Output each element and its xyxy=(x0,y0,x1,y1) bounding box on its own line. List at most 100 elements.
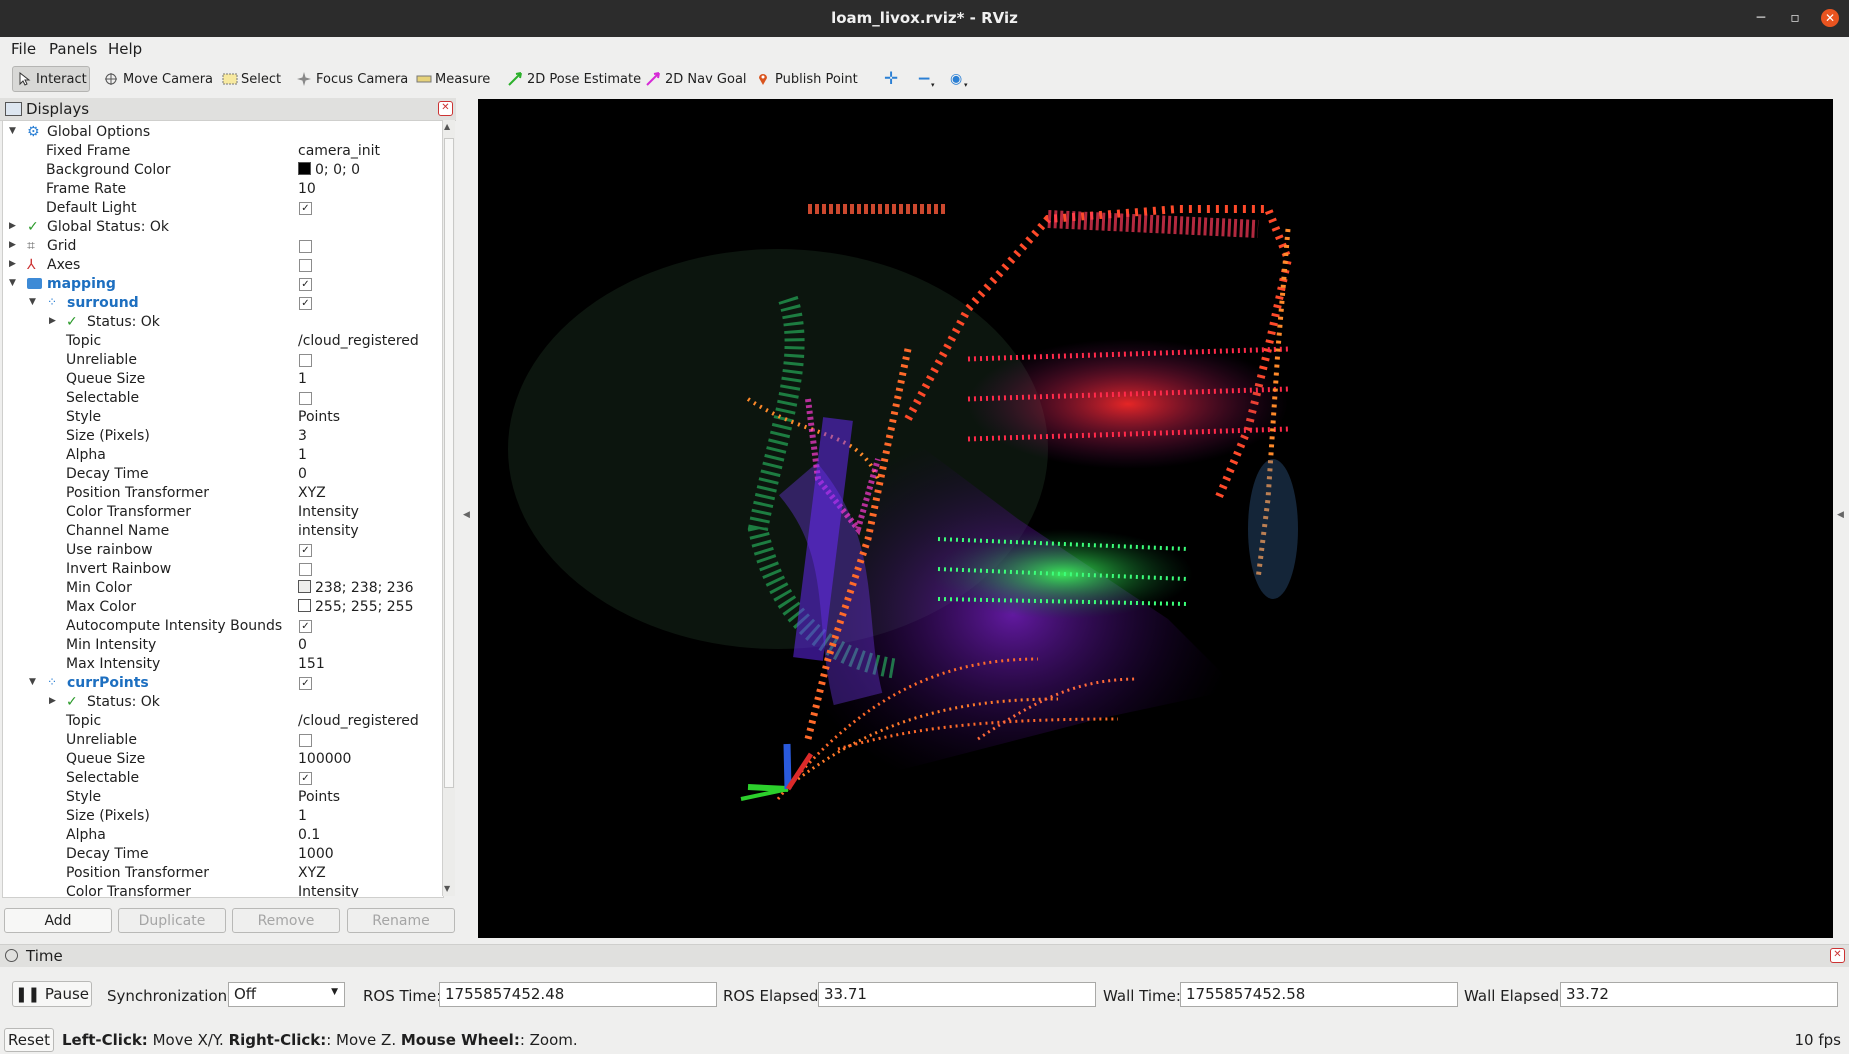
checkbox-unchecked[interactable] xyxy=(299,240,312,253)
property-value[interactable]: 1 xyxy=(298,447,307,463)
add-button[interactable]: Add xyxy=(4,908,112,933)
tree-row-size[interactable]: Size (Pixels) 1 xyxy=(3,807,443,826)
property-value[interactable]: Points xyxy=(298,789,340,805)
property-value[interactable]: 0 xyxy=(298,466,307,482)
interact-tool[interactable]: Interact xyxy=(12,66,90,92)
scroll-up-icon[interactable]: ▲ xyxy=(444,122,450,131)
tree-row-channel-name[interactable]: Channel Name intensity xyxy=(3,522,443,541)
reset-button[interactable]: Reset xyxy=(4,1028,54,1052)
tree-row-selectable[interactable]: Selectable ✓ xyxy=(3,769,443,788)
close-time-panel-icon[interactable]: ✕ xyxy=(1830,948,1845,963)
focus-camera-tool[interactable]: Focus Camera xyxy=(293,66,412,92)
close-displays-icon[interactable]: ✕ xyxy=(438,101,453,116)
tree-row-position-transformer[interactable]: Position Transformer XYZ xyxy=(3,864,443,883)
property-value[interactable]: Intensity xyxy=(298,884,359,897)
property-value[interactable]: 100000 xyxy=(298,751,351,767)
tree-row-use-rainbow[interactable]: Use rainbow ✓ xyxy=(3,541,443,560)
minimize-icon[interactable]: ─ xyxy=(1752,9,1770,27)
tree-row-currpoints-status[interactable]: ▶ ✓ Status: Ok xyxy=(3,693,443,712)
expand-arrow-icon[interactable]: ▼ xyxy=(29,677,36,687)
remove-tool-button[interactable]: − ▾ xyxy=(913,66,935,92)
duplicate-button[interactable]: Duplicate xyxy=(118,908,226,933)
collapsed-arrow-icon[interactable]: ▶ xyxy=(9,259,16,269)
checkbox-unchecked[interactable] xyxy=(299,563,312,576)
property-value[interactable]: 1000 xyxy=(298,846,334,862)
tree-row-autocompute[interactable]: Autocompute Intensity Bounds ✓ xyxy=(3,617,443,636)
publish-point-tool[interactable]: Publish Point xyxy=(752,66,862,92)
checkbox-checked[interactable]: ✓ xyxy=(299,544,312,557)
tree-row-min-color[interactable]: Min Color 238; 238; 236 xyxy=(3,579,443,598)
tree-row-max-color[interactable]: Max Color 255; 255; 255 xyxy=(3,598,443,617)
displays-tree[interactable]: ▼ ⚙ Global Options Fixed Frame camera_in… xyxy=(2,120,444,898)
nav-goal-tool[interactable]: 2D Nav Goal xyxy=(642,66,751,92)
pose-estimate-tool[interactable]: 2D Pose Estimate xyxy=(504,66,645,92)
tree-row-color-transformer[interactable]: Color Transformer Intensity xyxy=(3,883,443,897)
tree-row-default-light[interactable]: Default Light ✓ xyxy=(3,199,443,218)
close-window-icon[interactable]: ✕ xyxy=(1821,9,1839,27)
ros-elapsed-field[interactable]: 33.71 xyxy=(818,982,1096,1007)
right-splitter[interactable]: ◀ xyxy=(1835,98,1847,938)
tree-row-color-transformer[interactable]: Color Transformer Intensity xyxy=(3,503,443,522)
checkbox-unchecked[interactable] xyxy=(299,259,312,272)
tree-row-topic[interactable]: Topic/cloud_registered xyxy=(3,332,443,351)
tree-row-position-transformer[interactable]: Position Transformer XYZ xyxy=(3,484,443,503)
tree-row-max-intensity[interactable]: Max Intensity 151 xyxy=(3,655,443,674)
tree-row-background-color[interactable]: Background Color 0; 0; 0 xyxy=(3,161,443,180)
maximize-icon[interactable]: ▫ xyxy=(1786,9,1804,27)
tree-row-queue-size[interactable]: Queue Size 1 xyxy=(3,370,443,389)
property-value[interactable]: XYZ xyxy=(298,485,326,501)
checkbox-checked[interactable]: ✓ xyxy=(299,202,312,215)
tree-row-selectable[interactable]: Selectable xyxy=(3,389,443,408)
pause-button[interactable]: ❚❚ Pause xyxy=(12,981,92,1007)
tree-row-global-options[interactable]: ▼ ⚙ Global Options xyxy=(3,123,443,142)
tree-row-size[interactable]: Size (Pixels) 3 xyxy=(3,427,443,446)
tree-row-global-status[interactable]: ▶ ✓ Global Status: Ok xyxy=(3,218,443,237)
collapse-right-icon[interactable]: ◀ xyxy=(1837,510,1844,520)
measure-tool[interactable]: Measure xyxy=(412,66,494,92)
property-value[interactable]: 151 xyxy=(298,656,325,672)
tree-row-alpha[interactable]: Alpha 1 xyxy=(3,446,443,465)
tree-row-style[interactable]: Style Points xyxy=(3,408,443,427)
tree-row-unreliable[interactable]: Unreliable xyxy=(3,351,443,370)
scroll-down-icon[interactable]: ▼ xyxy=(444,884,450,893)
property-value[interactable]: 238; 238; 236 xyxy=(298,580,414,596)
checkbox-unchecked[interactable] xyxy=(299,354,312,367)
menu-help[interactable]: Help xyxy=(108,40,142,58)
property-value[interactable]: /cloud_registered xyxy=(298,713,419,729)
tree-row-fixed-frame[interactable]: Fixed Frame camera_init xyxy=(3,142,443,161)
tree-row-grid[interactable]: ▶ ⌗ Grid xyxy=(3,237,443,256)
property-value[interactable]: 0 xyxy=(298,637,307,653)
tree-row-currpoints[interactable]: ▼ ⁘ currPoints ✓ xyxy=(3,674,443,693)
menu-panels[interactable]: Panels xyxy=(49,40,97,58)
render-viewport[interactable] xyxy=(478,99,1833,938)
checkbox-checked[interactable]: ✓ xyxy=(299,677,312,690)
tree-row-invert-rainbow[interactable]: Invert Rainbow xyxy=(3,560,443,579)
tree-row-mapping[interactable]: ▼ mapping ✓ xyxy=(3,275,443,294)
property-value[interactable]: 1 xyxy=(298,808,307,824)
property-value[interactable]: /cloud_registered xyxy=(298,333,419,349)
tree-row-axes[interactable]: ▶ ⅄ Axes xyxy=(3,256,443,275)
tree-row-alpha[interactable]: Alpha 0.1 xyxy=(3,826,443,845)
add-tool-button[interactable]: ✛ xyxy=(880,66,902,92)
property-value[interactable]: intensity xyxy=(298,523,359,539)
property-value[interactable]: Intensity xyxy=(298,504,359,520)
left-splitter[interactable]: ◀ xyxy=(461,98,471,938)
collapsed-arrow-icon[interactable]: ▶ xyxy=(9,221,16,231)
tree-row-unreliable[interactable]: Unreliable xyxy=(3,731,443,750)
move-camera-tool[interactable]: Move Camera xyxy=(100,66,217,92)
remove-button[interactable]: Remove xyxy=(232,908,340,933)
property-value[interactable]: 0; 0; 0 xyxy=(298,162,360,178)
checkbox-unchecked[interactable] xyxy=(299,392,312,405)
property-value[interactable]: 255; 255; 255 xyxy=(298,599,414,615)
sync-select[interactable]: Off ▼ xyxy=(228,982,345,1007)
property-value[interactable]: Points xyxy=(298,409,340,425)
scrollbar-thumb[interactable] xyxy=(444,138,454,788)
checkbox-checked[interactable]: ✓ xyxy=(299,278,312,291)
tree-row-min-intensity[interactable]: Min Intensity 0 xyxy=(3,636,443,655)
checkbox-checked[interactable]: ✓ xyxy=(299,620,312,633)
tree-row-surround-status[interactable]: ▶ ✓ Status: Ok xyxy=(3,313,443,332)
tree-row-surround[interactable]: ▼ ⁘ surround ✓ xyxy=(3,294,443,313)
menu-file[interactable]: File xyxy=(11,40,36,58)
property-value[interactable]: 1 xyxy=(298,371,307,387)
select-tool[interactable]: Select xyxy=(218,66,285,92)
